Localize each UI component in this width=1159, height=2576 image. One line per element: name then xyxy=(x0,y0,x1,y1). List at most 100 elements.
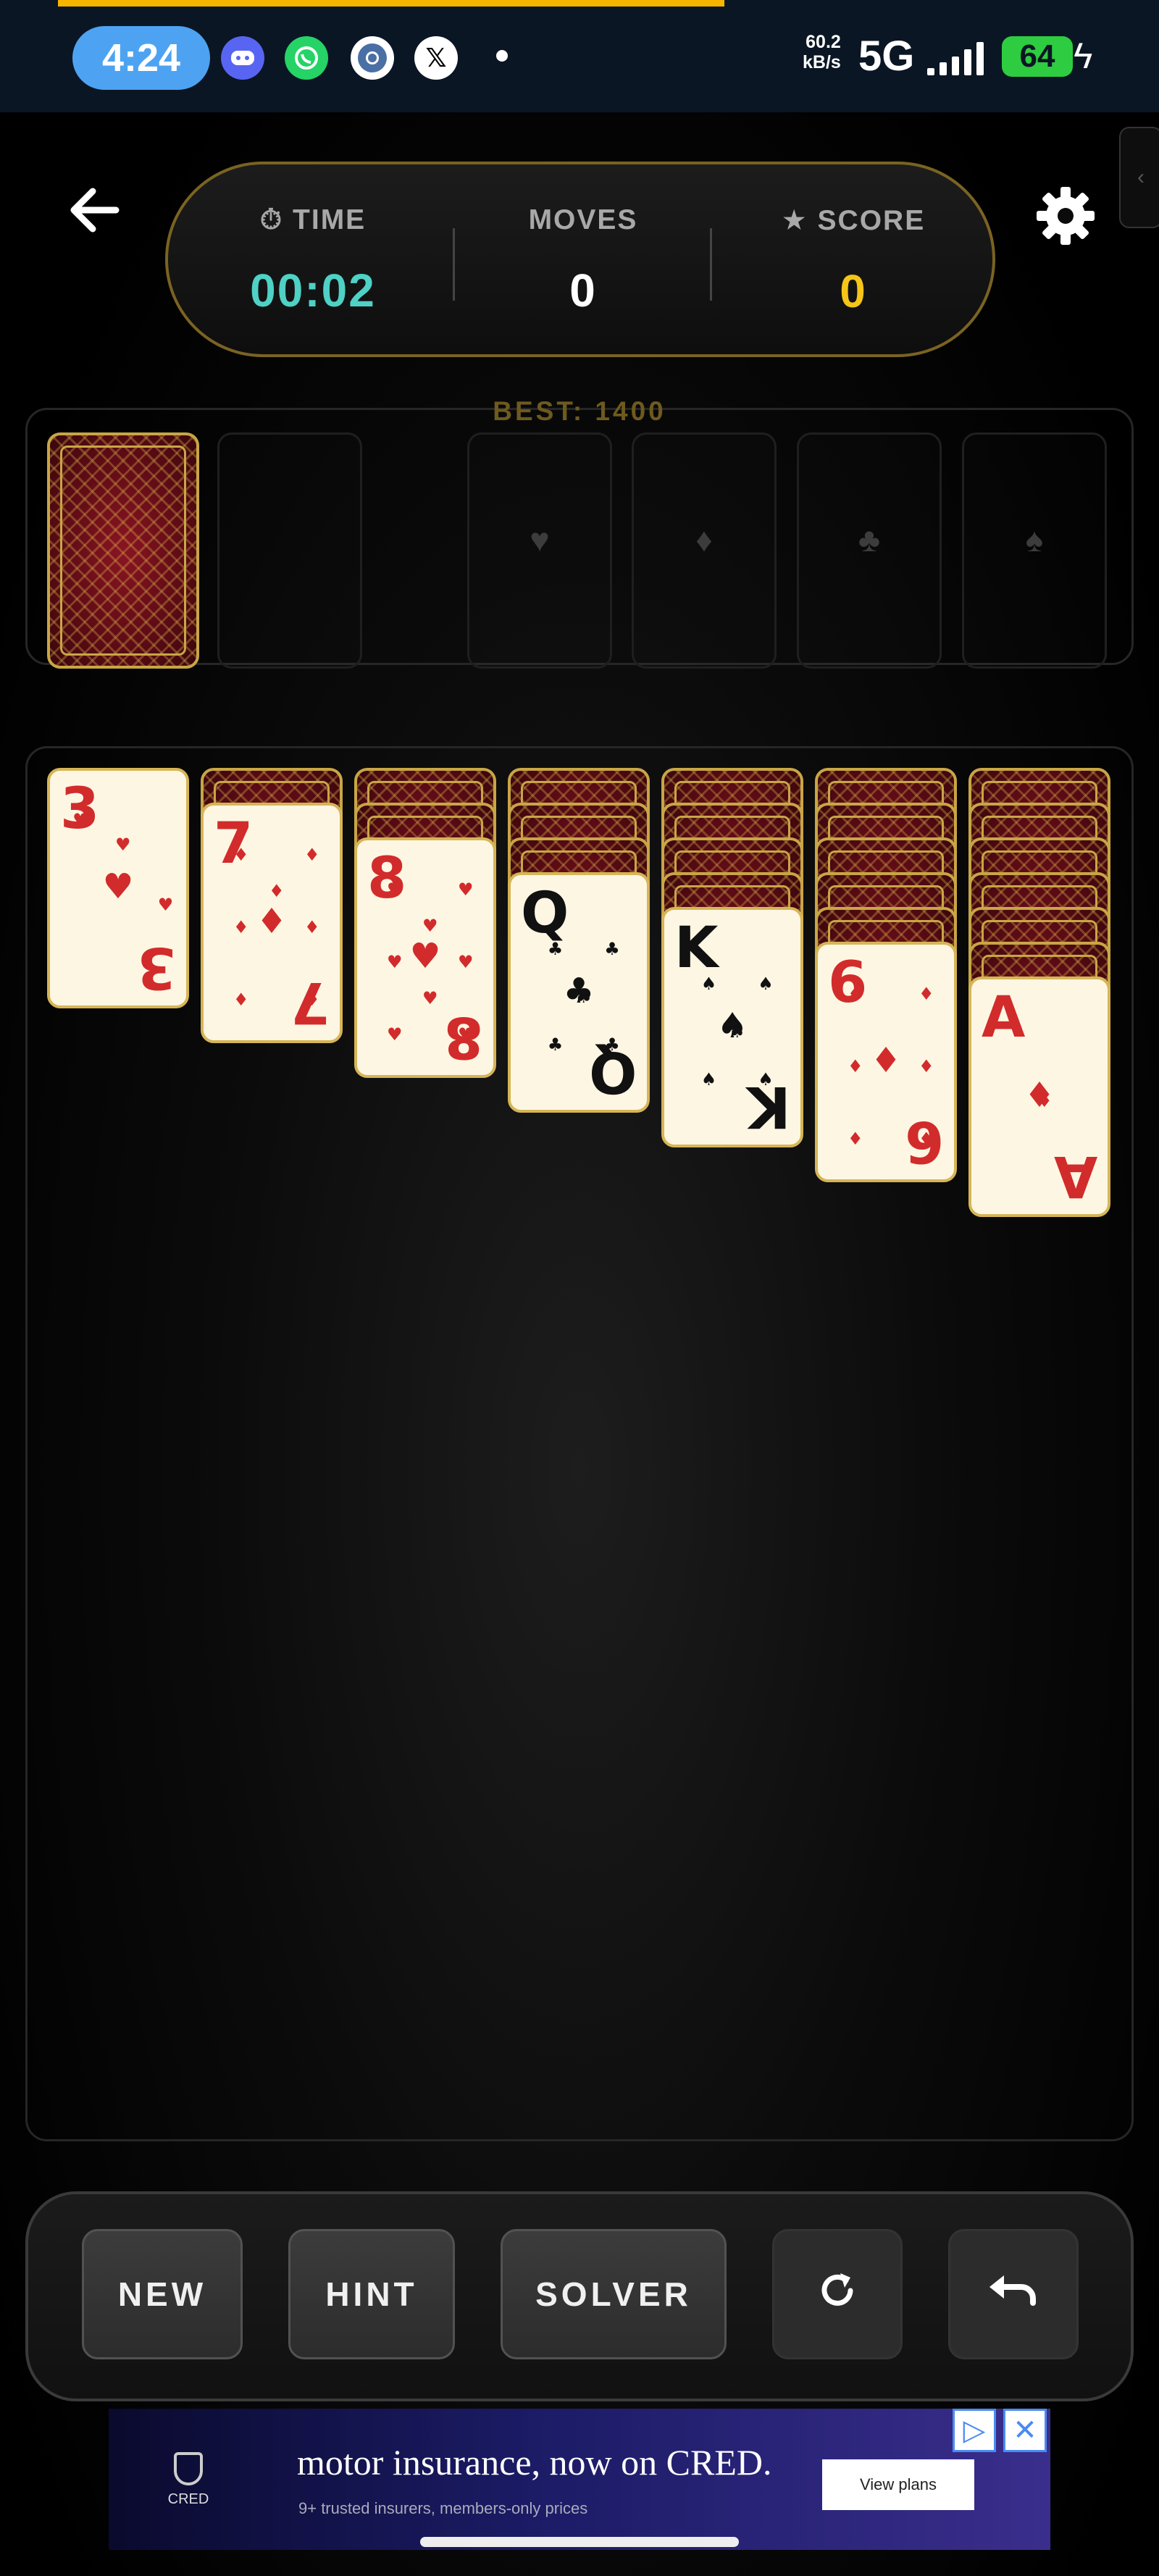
card-pip: ♥ xyxy=(458,1024,474,1045)
card-pip: ♦ xyxy=(919,1128,934,1149)
undo-button[interactable] xyxy=(948,2229,1079,2359)
card-pip: ♥ xyxy=(387,879,403,900)
card-pip: ♥ xyxy=(422,987,438,1008)
card-pip: ♦ xyxy=(304,989,320,1010)
stat-divider xyxy=(453,228,455,301)
hint-button[interactable]: HINT xyxy=(288,2229,455,2359)
home-indicator[interactable] xyxy=(420,2537,739,2547)
solver-button[interactable]: SOLVER xyxy=(501,2229,727,2359)
charging-icon: ϟ xyxy=(1074,35,1093,76)
card-pip: ♦ xyxy=(233,989,249,1010)
tableau-card[interactable]: K K ♠ ♠ ♠ ♠ ♠ ♠ xyxy=(661,907,803,1147)
status-bar: 4:24 𝕏 60.2 kB/s 5G 64 ϟ xyxy=(0,0,1159,112)
tableau-card[interactable]: A A ♦ ♦ xyxy=(968,977,1110,1217)
cred-logo: CRED xyxy=(159,2452,217,2508)
card-pip: ♣ xyxy=(547,938,564,959)
whatsapp-icon xyxy=(285,36,328,80)
foundation-diamonds[interactable]: ♦ xyxy=(632,432,777,669)
card-pip: ♠ xyxy=(700,973,717,994)
card-pip: ♠ xyxy=(758,973,774,994)
card-pip: ♦ xyxy=(848,1128,863,1149)
waste-pile[interactable] xyxy=(217,432,362,669)
ad-banner[interactable]: CRED motor insurance, now on CRED. 9+ tr… xyxy=(109,2409,1050,2550)
card-pip: ♣ xyxy=(576,987,592,1007)
scoreboard: ⏱ TIME 00:02 MOVES 0 ★ SCORE 0 xyxy=(165,162,995,357)
card-pip: ♥ xyxy=(458,879,474,900)
card-pip: ♦ xyxy=(304,917,320,937)
undo-icon xyxy=(987,2271,1040,2318)
card-rank-inverted: 3 xyxy=(136,934,176,1000)
score-value: 0 xyxy=(840,265,867,317)
tableau-card[interactable]: 3 3 ♥ ♥ ♥ ♥ xyxy=(47,768,189,1008)
settings-gear-icon[interactable] xyxy=(1027,177,1103,254)
card-pip: ♦ xyxy=(919,984,934,1005)
card-pip: ♦ xyxy=(233,917,249,937)
battery-level: 64 xyxy=(1019,38,1055,74)
network-speed: 60.2 kB/s xyxy=(803,32,841,72)
ad-close-icon[interactable]: ✕ xyxy=(1003,2409,1047,2452)
card-pip: ♦ xyxy=(848,1056,863,1076)
spades-icon: ♠ xyxy=(1025,521,1044,559)
foundation-clubs[interactable]: ♣ xyxy=(797,432,942,669)
stat-divider xyxy=(710,228,712,301)
network-speed-unit: kB/s xyxy=(803,52,841,72)
time-stat: ⏱ TIME 00:02 xyxy=(204,204,422,317)
moves-value: 0 xyxy=(569,264,597,317)
score-label: ★ SCORE xyxy=(781,205,926,236)
side-panel-handle[interactable]: ‹ xyxy=(1119,127,1159,228)
new-game-button[interactable]: NEW xyxy=(82,2229,243,2359)
card-rank: A xyxy=(982,985,1026,1050)
back-arrow-icon[interactable] xyxy=(62,181,127,246)
card-pip: ♦ xyxy=(848,984,863,1005)
network-speed-value: 60.2 xyxy=(806,32,841,52)
tableau-card[interactable]: 7 7 ♦ ♦ ♦ ♦ ♦ ♦ ♦ ♦ xyxy=(201,803,343,1043)
card-pip: ♥ xyxy=(157,894,174,915)
battery-icon: 64 xyxy=(1002,36,1073,77)
restart-button[interactable] xyxy=(772,2229,903,2359)
card-pip: ♦ xyxy=(1037,1091,1053,1111)
card-pip: ♦ xyxy=(269,881,285,902)
ad-cta-button[interactable]: View plans xyxy=(822,2459,974,2510)
time-label: ⏱ TIME xyxy=(259,204,367,235)
clubs-icon: ♣ xyxy=(858,521,881,559)
restart-icon xyxy=(814,2267,861,2322)
best-score: BEST: 1400 xyxy=(493,396,666,426)
card-pip: ♠ xyxy=(700,1069,717,1090)
chrome-icon xyxy=(351,36,394,80)
card-pip: ♦ xyxy=(233,845,249,866)
card-rank-inverted: A xyxy=(1053,1143,1097,1208)
time-value: 00:02 xyxy=(250,264,376,317)
foundation-spades[interactable]: ♠ xyxy=(962,432,1107,669)
tableau-card[interactable]: 6 6 ♦ ♦ ♦ ♦ ♦ ♦ ♦ xyxy=(815,942,957,1182)
network-type: 5G xyxy=(858,33,915,80)
card-pip: ♣ xyxy=(547,1034,564,1055)
discord-icon xyxy=(221,36,264,80)
status-progress-bar xyxy=(58,0,724,7)
ad-title: motor insurance, now on CRED. xyxy=(297,2442,772,2483)
tableau-card[interactable]: Q Q ♣ ♣ ♣ ♣ ♣ ♣ xyxy=(508,872,650,1113)
stock-pile[interactable] xyxy=(47,432,199,669)
card-rank: K xyxy=(674,916,719,981)
card-pip: ♦ xyxy=(304,845,320,866)
more-notifications-dot xyxy=(496,50,508,62)
ad-choices-icon[interactable]: ▷ xyxy=(953,2409,996,2452)
foundation-hearts[interactable]: ♥ xyxy=(467,432,612,669)
status-clock: 4:24 xyxy=(72,26,210,90)
card-rank: Q xyxy=(521,881,569,946)
signal-icon xyxy=(927,42,985,75)
ad-subtitle: 9+ trusted insurers, members-only prices xyxy=(298,2499,588,2517)
card-pip: ♠ xyxy=(758,1069,774,1090)
card-pip: ♥ xyxy=(115,834,131,855)
card-pip: ♥ xyxy=(387,952,403,972)
card-pip: ♦ xyxy=(919,1056,934,1076)
card-pip: ♣ xyxy=(604,1034,620,1055)
game-screen: ‹ ⏱ TIME 00:02 MOVES 0 ★ SCORE 0 BEST: 1… xyxy=(0,112,1159,2576)
ad-logo-text: CRED xyxy=(167,2491,209,2507)
diamonds-icon: ♦ xyxy=(695,521,713,559)
card-pip: ♥ xyxy=(387,1024,403,1045)
card-pip: ♣ xyxy=(604,938,620,959)
score-stat: ★ SCORE 0 xyxy=(745,204,962,318)
card-pip: ♥ xyxy=(458,952,474,972)
tableau-card[interactable]: 8 8 ♥ ♥ ♥ ♥ ♥ ♥ ♥ ♥ ♥ xyxy=(354,837,496,1078)
moves-stat: MOVES 0 xyxy=(474,204,692,317)
